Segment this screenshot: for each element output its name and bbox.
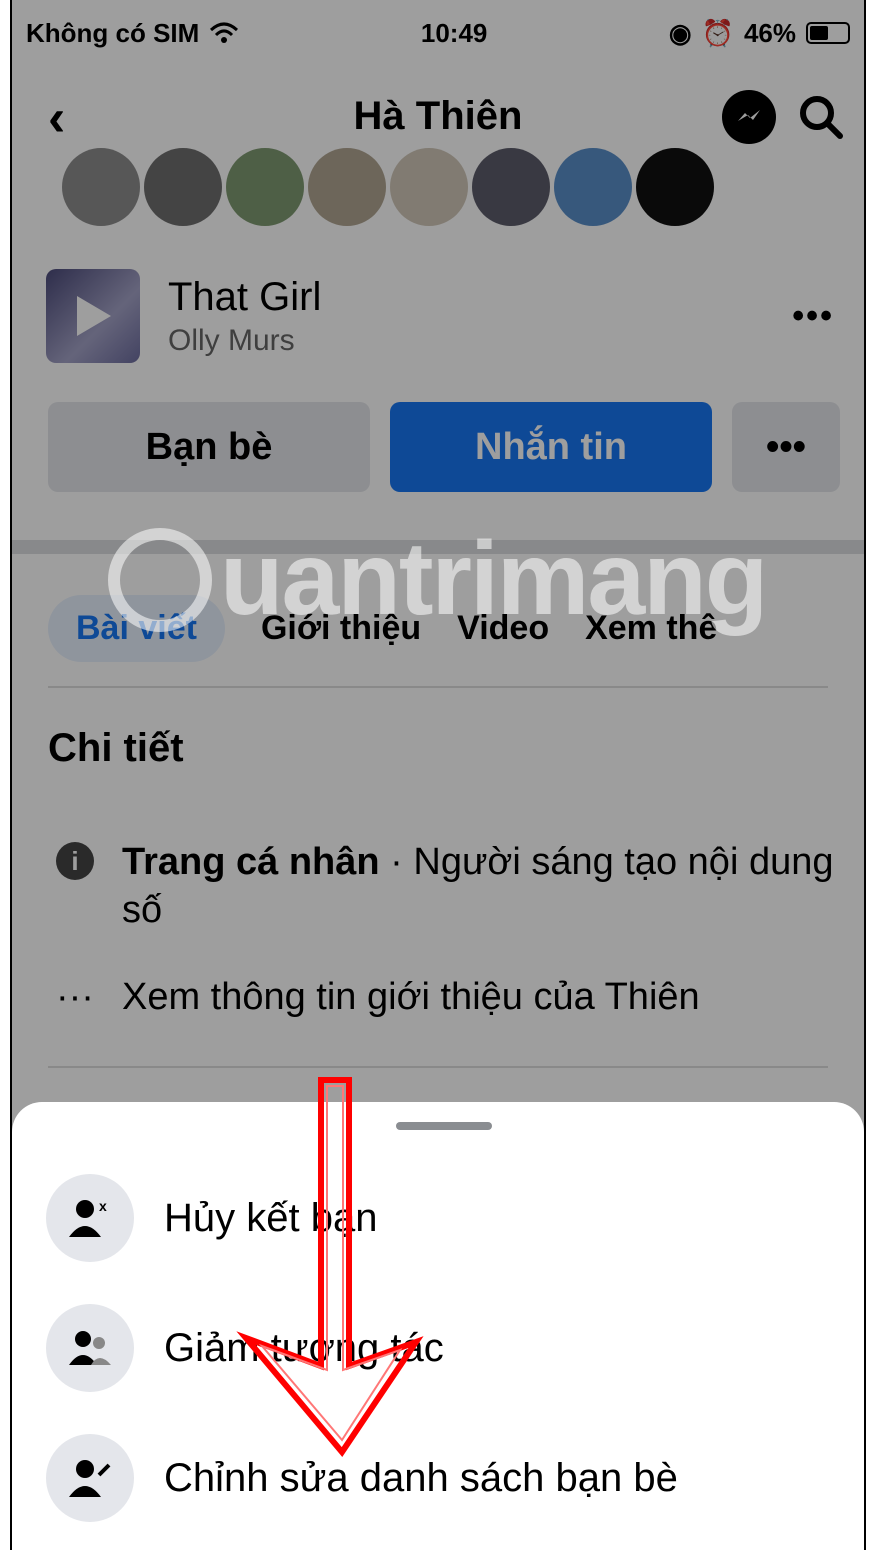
status-time: 10:49 — [420, 17, 488, 48]
battery-percent: 46% — [743, 17, 796, 48]
friend-avatars — [62, 148, 714, 226]
details-heading: Chi tiết — [48, 726, 184, 770]
music-more-icon[interactable]: ••• — [792, 297, 834, 336]
edit-friend-list-icon — [46, 1434, 134, 1522]
sheet-handle[interactable] — [396, 1122, 492, 1130]
profile-type-row: i Trang cá nhân · Người sáng tạo nội dun… — [56, 838, 834, 934]
profile-tabs: Bài viết Giới thiệu Video Xem thê — [48, 588, 864, 668]
reduce-interaction-icon — [46, 1304, 134, 1392]
bottom-sheet: x Hủy kết bạn Giảm tương tác Chỉnh sửa d… — [12, 1102, 864, 1550]
friends-button[interactable]: Bạn bè — [48, 402, 370, 492]
edit-friend-list-item[interactable]: Chỉnh sửa danh sách bạn bè — [46, 1432, 864, 1524]
alarm-icon: ⏰ — [701, 17, 734, 48]
reduce-interaction-label: Giảm tương tác — [164, 1325, 444, 1370]
edit-friend-list-label: Chỉnh sửa danh sách bạn bè — [164, 1455, 678, 1500]
messenger-icon[interactable] — [722, 90, 776, 144]
avatar[interactable] — [636, 148, 714, 226]
ellipsis-icon: ··· — [56, 976, 94, 1018]
tab-about[interactable]: Giới thiệu — [261, 609, 421, 648]
wifi-icon — [210, 22, 239, 43]
avatar[interactable] — [472, 148, 550, 226]
status-bar: Không có SIM 10:49 ◉ ⏰ 46% — [12, 0, 864, 66]
more-options-button[interactable]: ••• — [732, 402, 840, 492]
svg-text:x: x — [99, 1198, 107, 1214]
play-icon[interactable] — [46, 269, 140, 363]
rotation-lock-icon: ◉ — [668, 17, 692, 48]
profile-music[interactable]: That Girl Olly Murs ••• — [46, 266, 834, 366]
reduce-interaction-item[interactable]: Giảm tương tác — [46, 1302, 864, 1394]
carrier-label: Không có SIM — [26, 17, 200, 48]
profile-actions: Bạn bè Nhắn tin ••• — [48, 402, 852, 492]
see-info-link[interactable]: Xem thông tin giới thiệu của Thiên — [122, 976, 700, 1019]
song-title: That Girl — [168, 274, 322, 319]
song-artist: Olly Murs — [168, 323, 295, 357]
unfriend-icon: x — [46, 1174, 134, 1262]
profile-type: Trang cá nhân — [122, 841, 380, 883]
back-icon[interactable]: ‹ — [48, 88, 65, 148]
unfriend-item[interactable]: x Hủy kết bạn — [46, 1172, 864, 1264]
avatar[interactable] — [144, 148, 222, 226]
see-info-row[interactable]: ··· Xem thông tin giới thiệu của Thiên — [56, 976, 700, 1019]
divider — [48, 1066, 828, 1068]
avatar[interactable] — [390, 148, 468, 226]
screen: Không có SIM 10:49 ◉ ⏰ 46% ‹ Hà Thiên Th… — [10, 0, 866, 1550]
avatar[interactable] — [62, 148, 140, 226]
message-button[interactable]: Nhắn tin — [390, 402, 712, 492]
tab-video[interactable]: Video — [457, 609, 549, 648]
avatar[interactable] — [554, 148, 632, 226]
unfriend-label: Hủy kết bạn — [164, 1195, 378, 1240]
page-title: Hà Thiên — [353, 93, 523, 138]
search-icon[interactable] — [796, 92, 846, 142]
divider — [48, 686, 828, 688]
avatar[interactable] — [308, 148, 386, 226]
battery-icon — [806, 22, 850, 44]
info-icon: i — [56, 842, 94, 880]
tab-posts[interactable]: Bài viết — [48, 594, 225, 662]
section-divider — [12, 540, 864, 554]
avatar[interactable] — [226, 148, 304, 226]
tab-more[interactable]: Xem thê — [585, 609, 717, 648]
